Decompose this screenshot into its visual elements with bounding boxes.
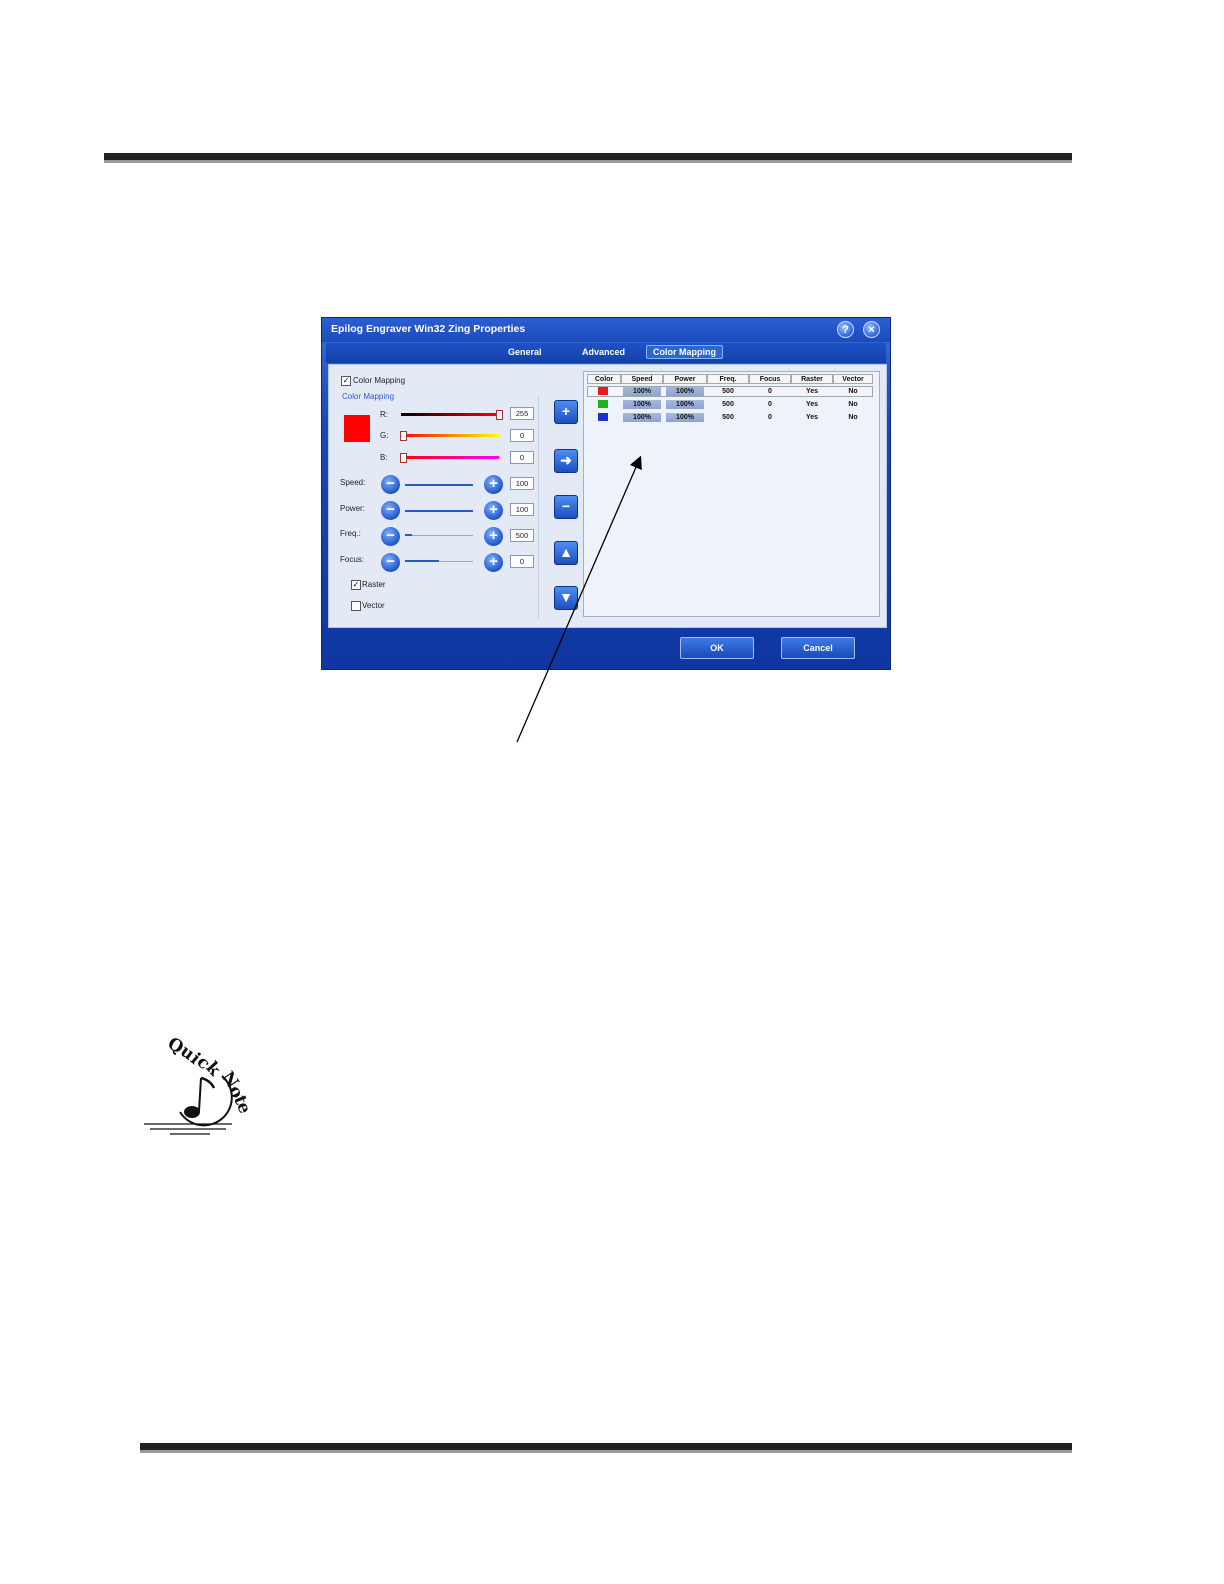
footer-rule xyxy=(140,1443,1072,1453)
callout-arrow xyxy=(516,455,642,743)
quick-note-icon: Q u i c k N o t e xyxy=(140,1030,260,1140)
musical-note-icon xyxy=(144,1075,233,1135)
